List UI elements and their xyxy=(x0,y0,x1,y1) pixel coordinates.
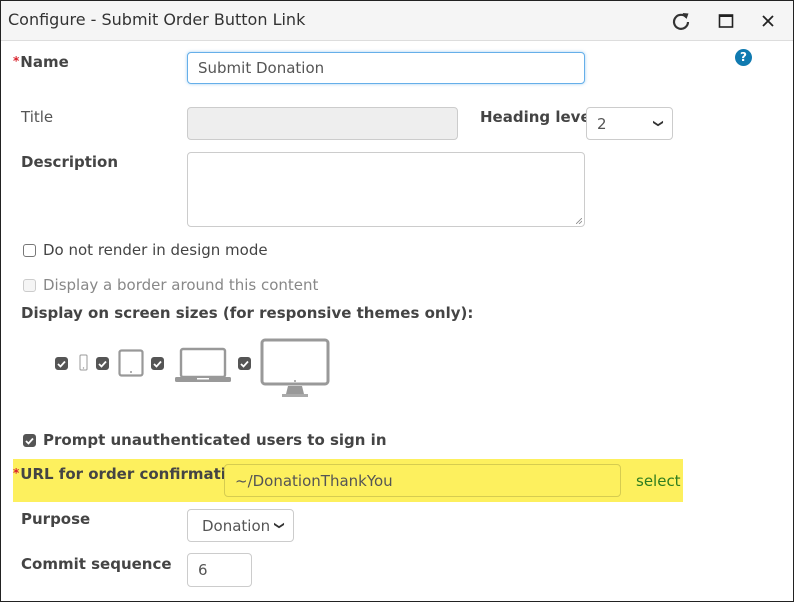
desktop-checkbox[interactable] xyxy=(238,357,251,370)
do-not-render-checkbox[interactable] xyxy=(23,244,36,257)
select-link[interactable]: select xyxy=(636,472,681,490)
required-marker: * xyxy=(13,466,20,480)
dialog-title: Configure - Submit Order Button Link xyxy=(8,10,306,29)
description-label: Description xyxy=(21,153,119,171)
display-border-label: Display a border around this content xyxy=(43,276,319,294)
checkmark-icon xyxy=(57,360,66,368)
refresh-button[interactable] xyxy=(669,9,693,33)
tablet-icon xyxy=(118,349,144,377)
url-confirmation-label: *URL for order confirmation xyxy=(13,465,247,483)
url-confirmation-input[interactable]: ~/DonationThankYou xyxy=(224,464,621,497)
configure-dialog: Configure - Submit Order Button Link ? *… xyxy=(0,0,794,602)
commit-sequence-label: Commit sequence xyxy=(21,555,172,573)
name-label: *Name xyxy=(13,53,69,71)
heading-level-select[interactable]: 2 ❯ xyxy=(586,107,673,140)
close-button[interactable] xyxy=(756,9,780,33)
close-icon xyxy=(762,15,774,27)
required-marker: * xyxy=(13,54,20,68)
chevron-down-icon: ❯ xyxy=(652,119,664,128)
title-input[interactable] xyxy=(187,107,458,140)
tablet-checkbox[interactable] xyxy=(96,357,109,370)
name-input[interactable]: Submit Donation xyxy=(187,52,585,84)
laptop-icon xyxy=(175,347,231,382)
do-not-render-label: Do not render in design mode xyxy=(43,241,268,259)
title-bar: Configure - Submit Order Button Link xyxy=(1,1,793,41)
resize-grip-icon[interactable] xyxy=(576,218,582,224)
laptop-checkbox[interactable] xyxy=(151,357,164,370)
maximize-icon xyxy=(718,14,734,28)
display-border-checkbox[interactable] xyxy=(23,279,36,292)
desktop-icon xyxy=(260,338,330,397)
heading-level-label: Heading level xyxy=(480,108,596,126)
phone-checkbox[interactable] xyxy=(55,357,68,370)
chevron-down-icon: ❯ xyxy=(273,521,285,530)
heading-level-value: 2 xyxy=(597,114,607,133)
screen-sizes-label: Display on screen sizes (for responsive … xyxy=(21,304,474,322)
description-textarea[interactable] xyxy=(187,152,585,227)
checkmark-icon xyxy=(25,437,34,445)
title-label: Title xyxy=(21,108,54,126)
phone-icon xyxy=(79,354,88,371)
purpose-select[interactable]: Donation ❯ xyxy=(187,509,294,542)
help-icon[interactable]: ? xyxy=(735,49,752,66)
refresh-icon xyxy=(672,13,690,30)
purpose-value: Donation xyxy=(202,516,271,535)
commit-sequence-input[interactable]: 6 xyxy=(187,553,252,587)
checkmark-icon xyxy=(240,360,249,368)
purpose-label: Purpose xyxy=(21,510,91,528)
maximize-button[interactable] xyxy=(714,9,738,33)
prompt-signin-label: Prompt unauthenticated users to sign in xyxy=(43,431,387,449)
checkmark-icon xyxy=(153,360,162,368)
prompt-signin-checkbox[interactable] xyxy=(23,434,36,447)
checkmark-icon xyxy=(98,360,107,368)
